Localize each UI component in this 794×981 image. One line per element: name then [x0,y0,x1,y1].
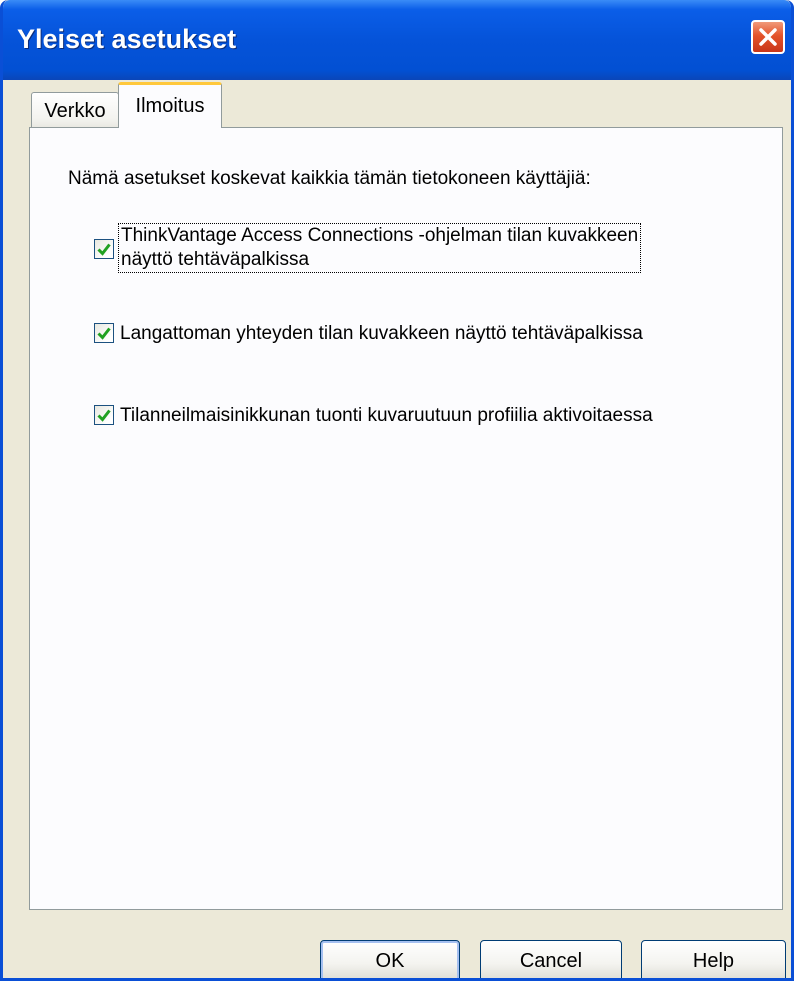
dialog-content: Verkko Ilmoitus Nämä asetukset koskevat … [3,80,791,978]
checkbox-label-status-window: Tilanneilmaisinikkunan tuonti kuvaruutuu… [120,405,653,426]
intro-text: Nämä asetukset koskevat kaikkia tämän ti… [68,168,591,189]
dialog-window: Yleiset asetukset Verkko Ilmoitus Nämä a… [0,0,794,981]
help-button[interactable]: Help [641,940,786,978]
close-button[interactable] [751,20,785,54]
checkbox-label-wireless-icon: Langattoman yhteyden tilan kuvakkeen näy… [120,323,643,344]
checkmark-icon [97,409,111,422]
close-icon [759,28,777,46]
ok-button[interactable]: OK [320,940,460,978]
title-bar[interactable]: Yleiset asetukset [3,0,791,80]
checkmark-icon [97,327,111,340]
checkbox-tray-icon[interactable] [94,239,114,259]
checkbox-wireless-icon[interactable] [94,323,114,343]
checkbox-status-window[interactable] [94,405,114,425]
tab-verkko-label: Verkko [44,100,106,122]
tab-panel: Nämä asetukset koskevat kaikkia tämän ti… [29,127,783,910]
checkbox-row-wireless-icon[interactable]: Langattoman yhteyden tilan kuvakkeen näy… [94,320,645,346]
checkbox-row-tray-icon[interactable]: ThinkVantage Access Connections -ohjelma… [94,223,642,273]
checkbox-row-status-window[interactable]: Tilanneilmaisinikkunan tuonti kuvaruutuu… [94,402,655,428]
cancel-button[interactable]: Cancel [480,940,622,978]
checkbox-label-tray-icon: ThinkVantage Access Connections -ohjelma… [118,223,642,273]
tab-ilmoitus[interactable]: Ilmoitus [118,82,222,128]
checkmark-icon [97,243,111,256]
tab-verkko[interactable]: Verkko [31,92,119,130]
label-line-2: näyttö tehtäväpalkissa [121,249,310,270]
tab-ilmoitus-label: Ilmoitus [135,95,205,117]
window-title: Yleiset asetukset [17,24,237,54]
label-line-1: ThinkVantage Access Connections -ohjelma… [121,225,639,246]
